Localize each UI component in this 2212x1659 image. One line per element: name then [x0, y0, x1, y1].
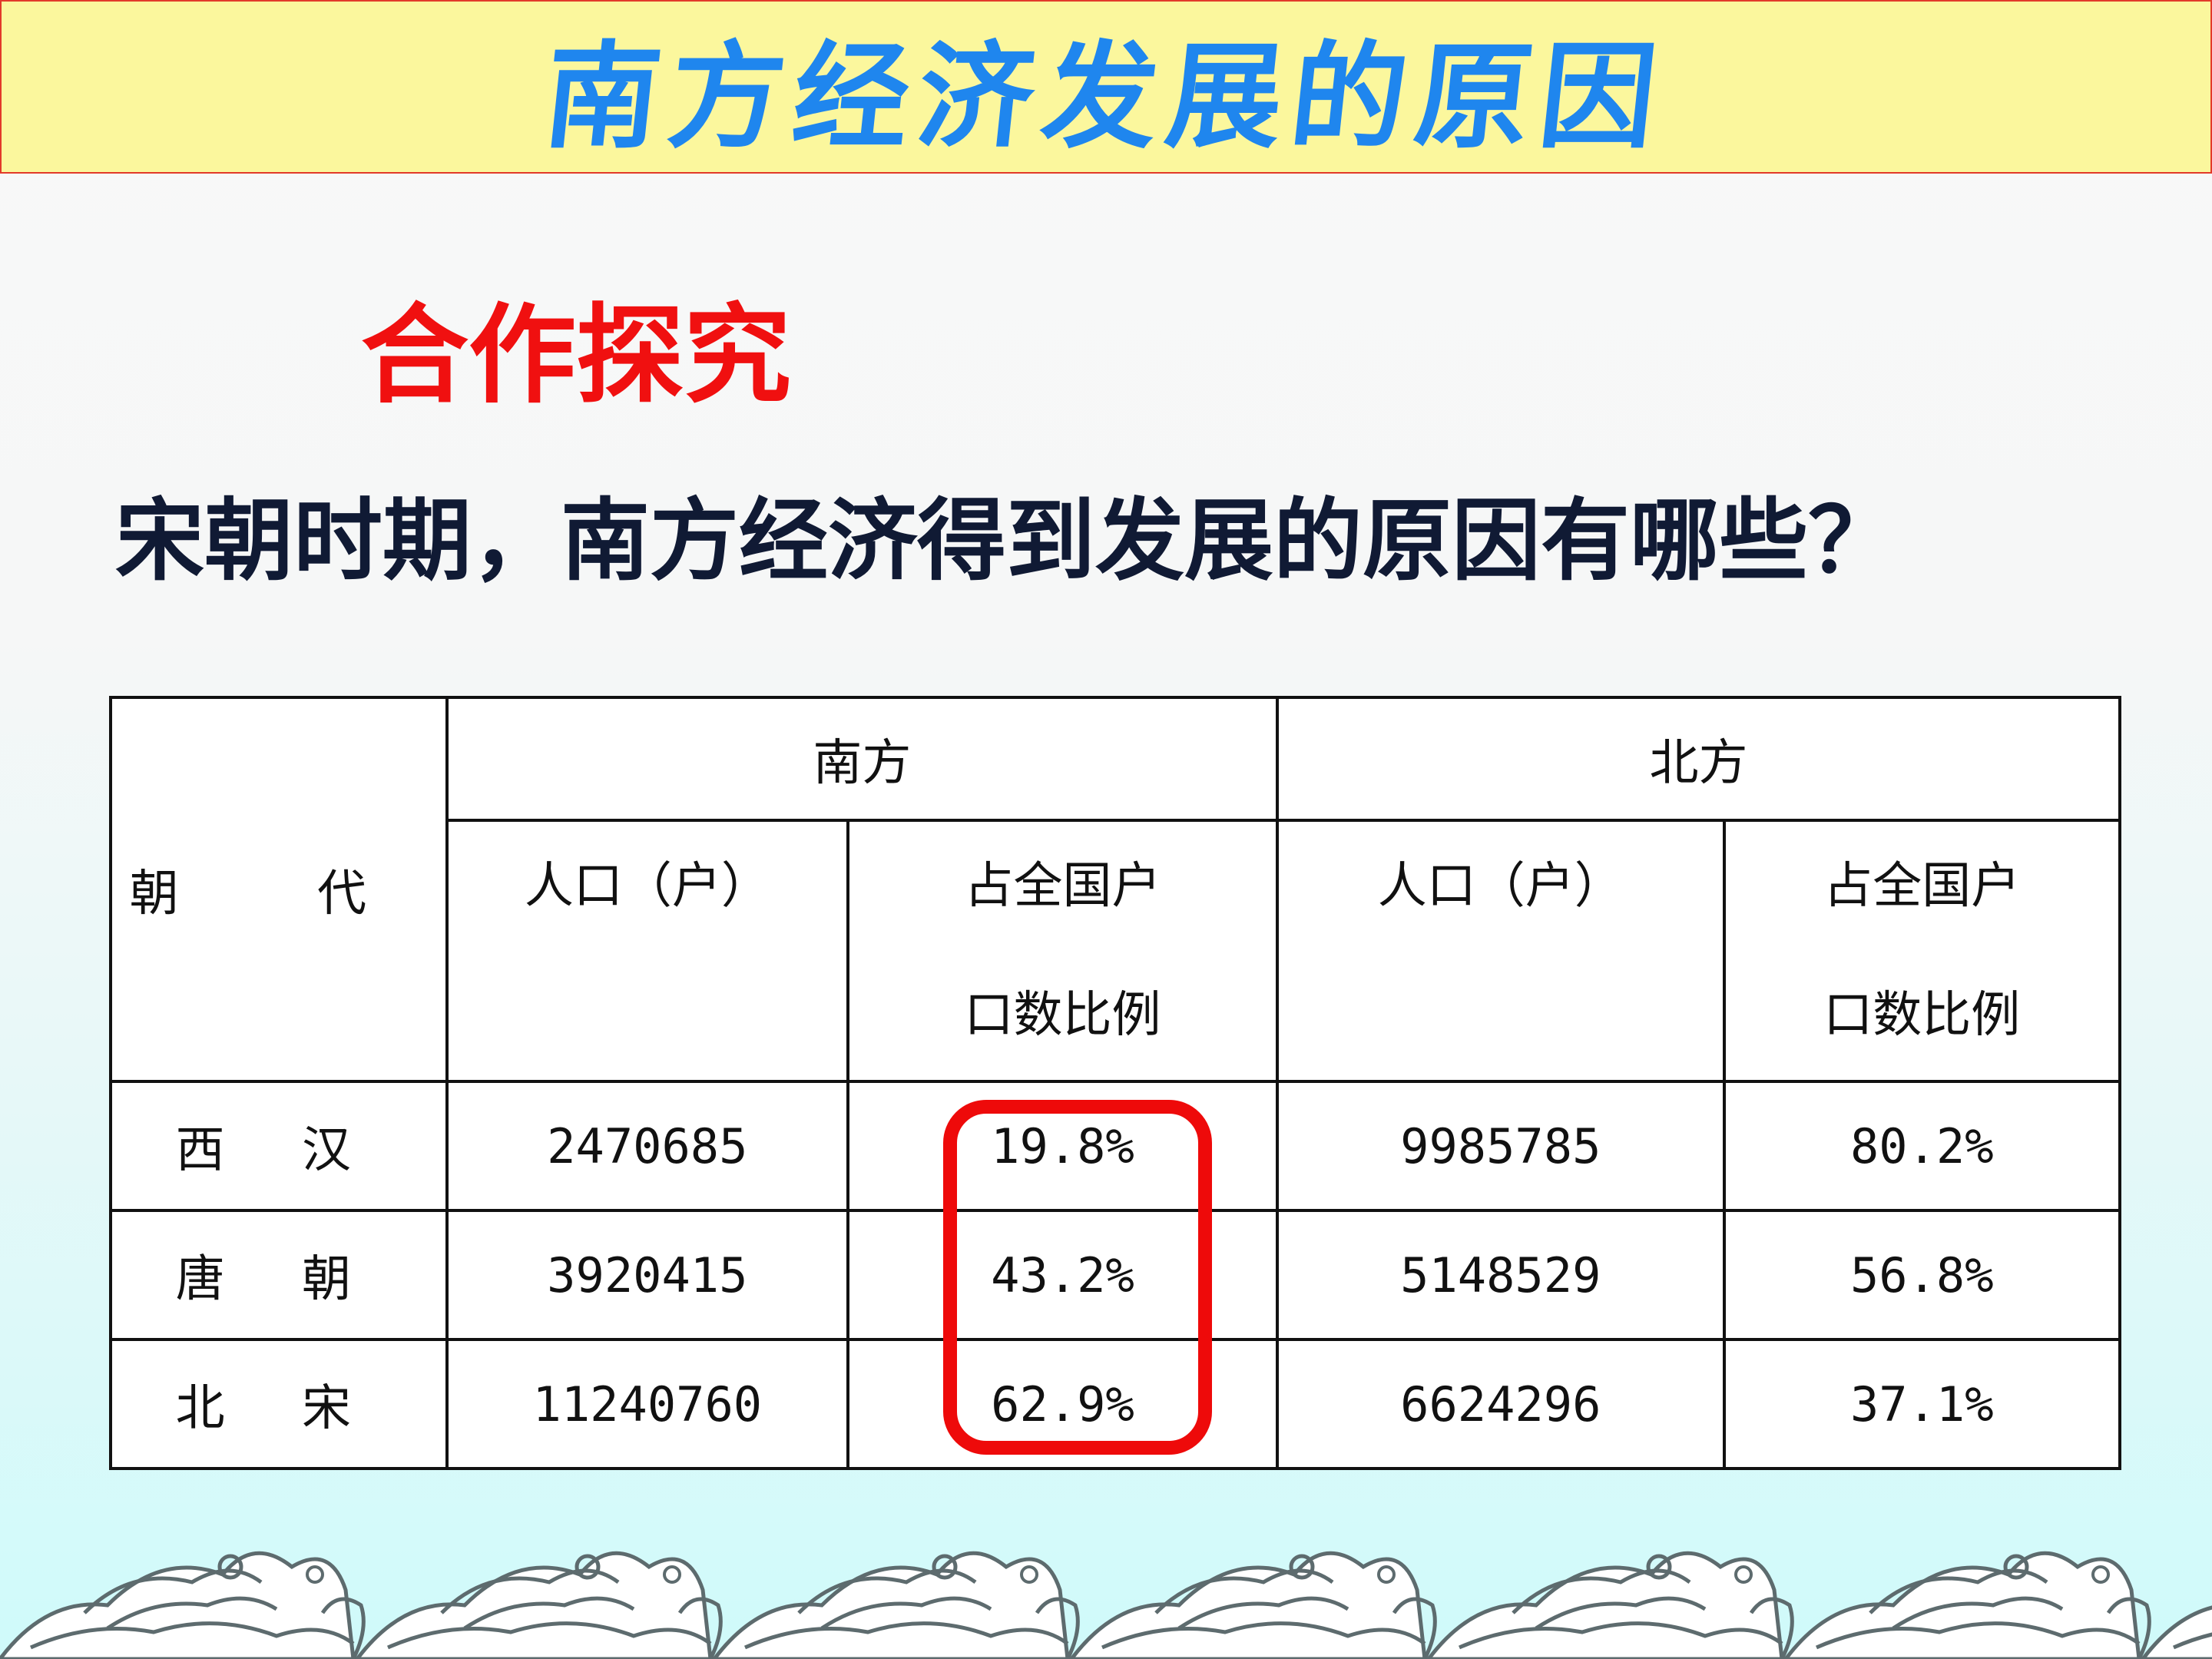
dynasty-cell: 唐 朝: [109, 1209, 449, 1341]
slide-title: 南方经济发展的原因: [538, 28, 1672, 164]
south-ratio-header: 占全国户 口数比例: [846, 819, 1280, 1083]
dynasty-cell: 西 汉: [109, 1080, 449, 1212]
ratio-label-line1: 占全国户: [964, 858, 1161, 915]
north-ratio-cell: 80.2%: [1722, 1080, 2122, 1212]
ocean-wave-border: [0, 1521, 2212, 1659]
north-population-cell: 6624296: [1276, 1338, 1726, 1470]
north-ratio-header: 占全国户 口数比例: [1722, 819, 2122, 1083]
south-population-cell: 11240760: [445, 1338, 849, 1470]
north-population-header: 人口（户）: [1276, 819, 1726, 1083]
population-label: 人口（户）: [524, 858, 770, 915]
north-population-cell: 9985785: [1276, 1080, 1726, 1212]
table-header-row: 朝 代 南方 北方: [109, 696, 2121, 1083]
north-header: 北方: [1276, 696, 2121, 822]
south-ratio-column-highlight: [943, 1100, 1212, 1455]
title-bar: 南方经济发展的原因: [0, 0, 2212, 174]
dynasty-header: 朝 代: [109, 696, 449, 1083]
south-header: 南方: [445, 696, 1280, 822]
south-population-header: 人口（户）: [445, 819, 849, 1083]
south-population-cell: 2470685: [445, 1080, 849, 1212]
ratio-label-line1: 占全国户: [1823, 858, 2021, 915]
ratio-label-line2: 口数比例: [964, 987, 1161, 1044]
north-ratio-cell: 37.1%: [1722, 1338, 2122, 1470]
subheading: 合作探究: [361, 293, 792, 419]
south-population-cell: 3920415: [445, 1209, 849, 1341]
north-population-cell: 5148529: [1276, 1209, 1726, 1341]
ratio-label-line2: 口数比例: [1823, 987, 2021, 1044]
dynasty-cell: 北 宋: [109, 1338, 449, 1470]
north-ratio-cell: 56.8%: [1722, 1209, 2122, 1341]
question-text: 宋朝时期，南方经济得到发展的原因有哪些？: [115, 488, 1897, 593]
population-label: 人口（户）: [1377, 858, 1624, 915]
